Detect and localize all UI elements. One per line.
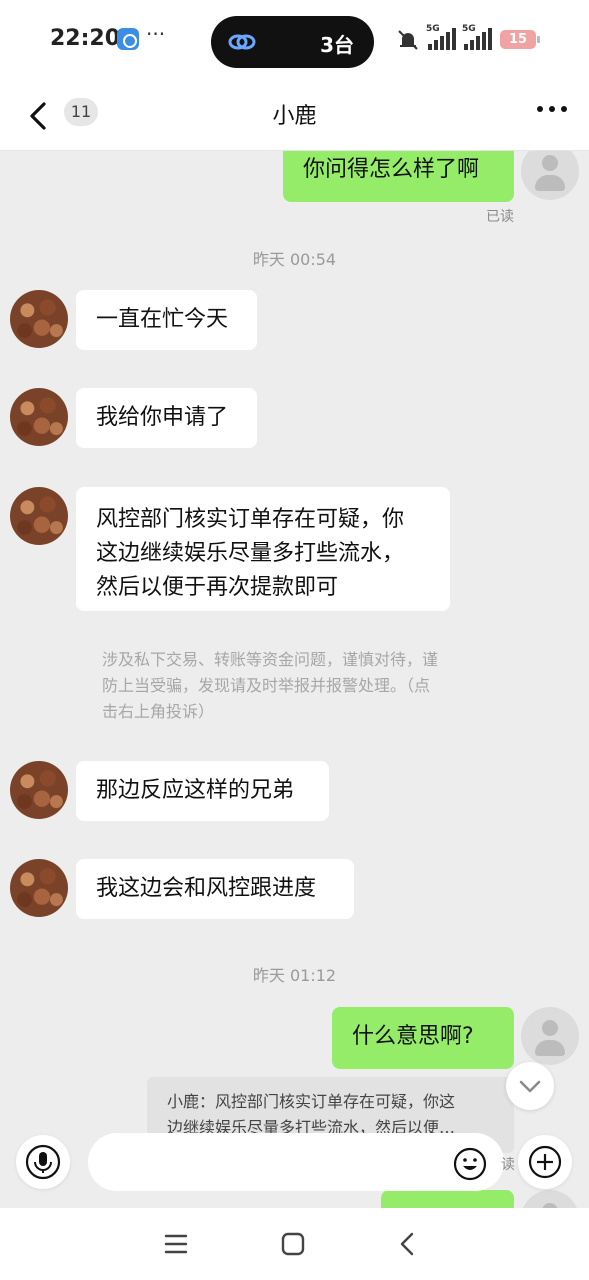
message-text: 一直在忙今天 (96, 307, 229, 332)
chevron-down-icon (519, 1080, 541, 1093)
input-bar: 读 (0, 1130, 589, 1200)
chat-title: 小鹿 (272, 104, 317, 129)
dynamic-island[interactable]: 3台 (211, 16, 374, 68)
emoji-icon[interactable] (452, 1146, 488, 1182)
my-avatar[interactable] (521, 1007, 579, 1065)
safety-notice: 涉及私下交易、转账等资金问题，谨慎对待，谨 防上当受骗，发现请及时举报并报警处理… (102, 647, 494, 725)
island-text: 3台 (320, 33, 354, 57)
message-outgoing[interactable]: 你问得怎么样了啊 (283, 150, 514, 202)
message-incoming[interactable]: 一直在忙今天 (76, 290, 257, 350)
quote-line: 小鹿：风控部门核实订单存在可疑，你这 (167, 1092, 456, 1111)
contact-avatar[interactable] (10, 290, 68, 348)
system-navigation-bar (0, 1208, 589, 1280)
signal-1-icon: 5G (426, 24, 460, 52)
message-text-line: 然后以便于再次提款即可 (96, 575, 339, 600)
message-list[interactable]: 你问得怎么样了啊 已读 昨天 00:54 一直在忙今天 我给你申请了 风控部门核… (0, 150, 589, 1208)
notice-line: 防上当受骗，发现请及时举报并报警处理。（点 (102, 676, 431, 695)
notice-line: 击右上角投诉） (102, 702, 215, 721)
microphone-icon (25, 1144, 61, 1180)
link-icon (228, 34, 256, 50)
read-status-partial: 读 (501, 1157, 515, 1173)
message-incoming[interactable]: 风控部门核实订单存在可疑，你 这边继续娱乐尽量多打些流水， 然后以便于再次提款即… (76, 487, 450, 611)
battery-icon: 15 (500, 30, 540, 49)
message-incoming[interactable]: 那边反应这样的兄弟 (76, 761, 329, 821)
scroll-to-bottom-button[interactable] (506, 1062, 554, 1110)
read-status: 已读 (486, 209, 514, 225)
message-text: 我给你申请了 (96, 405, 229, 430)
message-text: 我这边会和风控跟进度 (96, 876, 317, 901)
signal-2-icon: 5G (462, 24, 496, 52)
message-text: 什么意思啊? (352, 1024, 474, 1049)
voice-button[interactable] (16, 1135, 70, 1189)
contact-avatar[interactable] (10, 388, 68, 446)
status-more: ··· (146, 22, 166, 46)
back-nav-icon[interactable] (390, 1226, 426, 1262)
message-incoming[interactable]: 我给你申请了 (76, 388, 257, 448)
plus-icon (528, 1145, 562, 1179)
contact-avatar[interactable] (10, 859, 68, 917)
contact-avatar[interactable] (10, 487, 68, 545)
message-text: 那边反应这样的兄弟 (96, 778, 295, 803)
timestamp: 昨天 00:54 (252, 250, 337, 269)
message-input[interactable] (88, 1133, 504, 1191)
message-text-line: 风控部门核实订单存在可疑，你 (96, 507, 405, 532)
chat-header: 11 小鹿 (0, 80, 589, 150)
menu-icon[interactable] (158, 1226, 194, 1262)
status-time: 22:20 (50, 26, 121, 51)
my-avatar[interactable] (521, 150, 579, 200)
mute-bell-icon (398, 30, 418, 50)
message-text: 你问得怎么样了啊 (303, 157, 480, 182)
chat-screen: 22:20 ··· 3台 5G 5G 15 11 小鹿 你问得怎么样了啊 已读 … (0, 0, 589, 1280)
contact-avatar[interactable] (10, 761, 68, 819)
message-incoming[interactable]: 我这边会和风控跟进度 (76, 859, 354, 919)
more-actions-button[interactable] (518, 1135, 572, 1189)
home-icon[interactable] (275, 1226, 311, 1262)
message-text-line: 这边继续娱乐尽量多打些流水， (96, 541, 405, 566)
battery-level: 15 (508, 32, 528, 47)
status-bar: 22:20 ··· 3台 5G 5G 15 (0, 0, 589, 80)
more-icon[interactable] (537, 106, 567, 116)
notice-line: 涉及私下交易、转账等资金问题，谨慎对待，谨 (102, 650, 439, 669)
message-outgoing[interactable]: 什么意思啊? (332, 1007, 514, 1069)
timestamp: 昨天 01:12 (252, 966, 337, 985)
app-notification-icon (117, 28, 139, 50)
